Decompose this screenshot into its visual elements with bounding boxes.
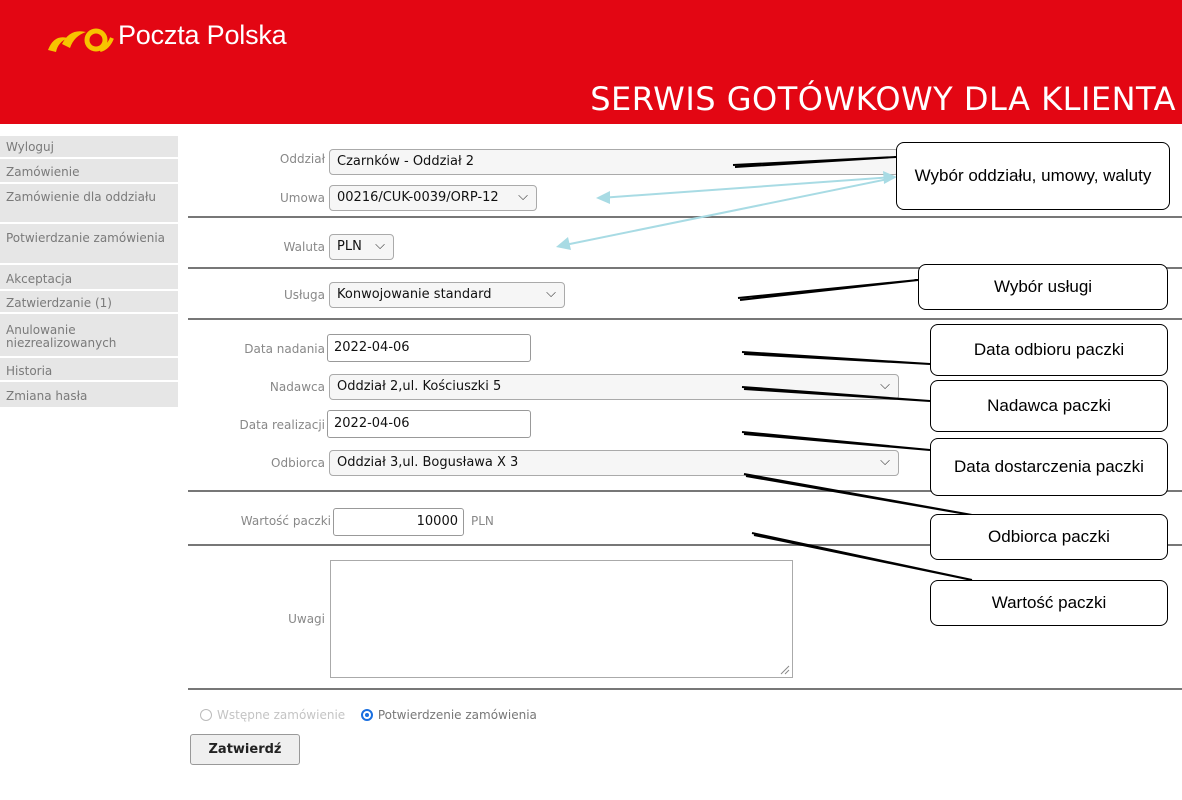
annotation-data-dostarczenia: Data dostarczenia paczki (930, 438, 1168, 496)
sidebar-item-zamowienie-dla-oddzialu[interactable]: Zamówienie dla oddziału (0, 184, 178, 224)
data-nadania-label: Data nadania (244, 342, 325, 356)
uwagi-label: Uwagi (288, 612, 325, 626)
nadawca-label: Nadawca (269, 380, 325, 394)
nadawca-value: Oddział 2,ul. Kościuszki 5 (337, 379, 502, 394)
sidebar-item-wyloguj[interactable]: Wyloguj (0, 136, 178, 159)
wartosc-unit: PLN (471, 514, 494, 528)
divider (188, 216, 1182, 218)
oddzial-label: Oddział (279, 152, 325, 166)
chevron-down-icon: ⌵ (518, 189, 528, 204)
chevron-down-icon: ⌵ (880, 454, 890, 469)
data-nadania-input[interactable]: 2022-04-06 (327, 334, 531, 362)
oddzial-value: Czarnków - Oddział 2 (337, 154, 475, 169)
divider (188, 318, 1182, 320)
umowa-select[interactable]: 00216/CUK-0039/ORP-12 ⌵ (329, 185, 537, 211)
sidebar-item-akceptacja[interactable]: Akceptacja (0, 265, 178, 291)
odbiorca-select[interactable]: Oddział 3,ul. Bogusława X 3 ⌵ (329, 450, 899, 476)
radio-wstepne-label: Wstępne zamówienie (217, 708, 346, 722)
sidebar: Wyloguj Zamówienie Zamówienie dla oddzia… (0, 136, 178, 409)
nadawca-select[interactable]: Oddział 2,ul. Kościuszki 5 ⌵ (329, 374, 899, 400)
radio-wstepne[interactable] (200, 709, 212, 721)
sidebar-item-anulowanie[interactable]: Anulowanie niezrealizowanych (0, 314, 178, 358)
umowa-label: Umowa (280, 191, 325, 205)
wartosc-input[interactable]: 10000 (333, 508, 464, 536)
chevron-down-icon: ⌵ (546, 286, 556, 301)
sidebar-item-potwierdzanie-zamowienia[interactable]: Potwierdzanie zamówienia (0, 224, 178, 265)
annotation-usluga: Wybór usługi (918, 264, 1168, 310)
usluga-value: Konwojowanie standard (337, 287, 492, 302)
umowa-value: 00216/CUK-0039/ORP-12 (337, 190, 499, 205)
order-type-radio-group: Wstępne zamówienie Potwierdzenie zamówie… (200, 708, 537, 722)
annotation-odbiorca: Odbiorca paczki (930, 514, 1168, 560)
radio-potwierdzenie-label: Potwierdzenie zamówienia (377, 708, 537, 722)
waluta-select[interactable]: PLN ⌵ (329, 234, 394, 260)
wartosc-label: Wartość paczki (240, 514, 331, 528)
sidebar-item-historia[interactable]: Historia (0, 358, 178, 382)
odbiorca-label: Odbiorca (271, 456, 325, 470)
annotation-oddzial-umowa-waluta: Wybór oddziału, umowy, waluty (896, 142, 1170, 210)
resize-grip-icon[interactable] (778, 663, 790, 675)
poczta-polska-horn-icon (48, 28, 114, 52)
header-bar: Poczta Polska SERWIS GOTÓWKOWY DLA KLIEN… (0, 0, 1182, 124)
page-title: SERWIS GOTÓWKOWY DLA KLIENTA (590, 80, 1176, 118)
waluta-label: Waluta (283, 240, 325, 254)
sidebar-item-zatwierdzanie[interactable]: Zatwierdzanie (1) (0, 291, 178, 314)
data-realizacji-label: Data realizacji (239, 418, 325, 432)
submit-button[interactable]: Zatwierdź (190, 734, 300, 765)
uwagi-textarea[interactable] (330, 560, 793, 678)
sidebar-item-zmiana-hasla[interactable]: Zmiana hasła (0, 382, 178, 409)
annotation-nadawca: Nadawca paczki (930, 380, 1168, 432)
waluta-value: PLN (337, 239, 362, 254)
sidebar-item-zamowienie[interactable]: Zamówienie (0, 159, 178, 184)
chevron-down-icon: ⌵ (880, 378, 890, 393)
chevron-down-icon: ⌵ (375, 238, 385, 253)
divider (188, 688, 1182, 690)
data-realizacji-input[interactable]: 2022-04-06 (327, 410, 531, 438)
oddzial-select[interactable]: Czarnków - Oddział 2 (329, 149, 899, 175)
radio-potwierdzenie[interactable] (360, 709, 373, 721)
annotation-data-odbioru: Data odbioru paczki (930, 324, 1168, 376)
annotation-wartosc: Wartość paczki (930, 580, 1168, 626)
usluga-select[interactable]: Konwojowanie standard ⌵ (329, 282, 565, 308)
header-divider (0, 124, 1182, 134)
odbiorca-value: Oddział 3,ul. Bogusława X 3 (337, 455, 519, 470)
logo-text: Poczta Polska (118, 20, 287, 50)
usluga-label: Usługa (283, 288, 325, 302)
